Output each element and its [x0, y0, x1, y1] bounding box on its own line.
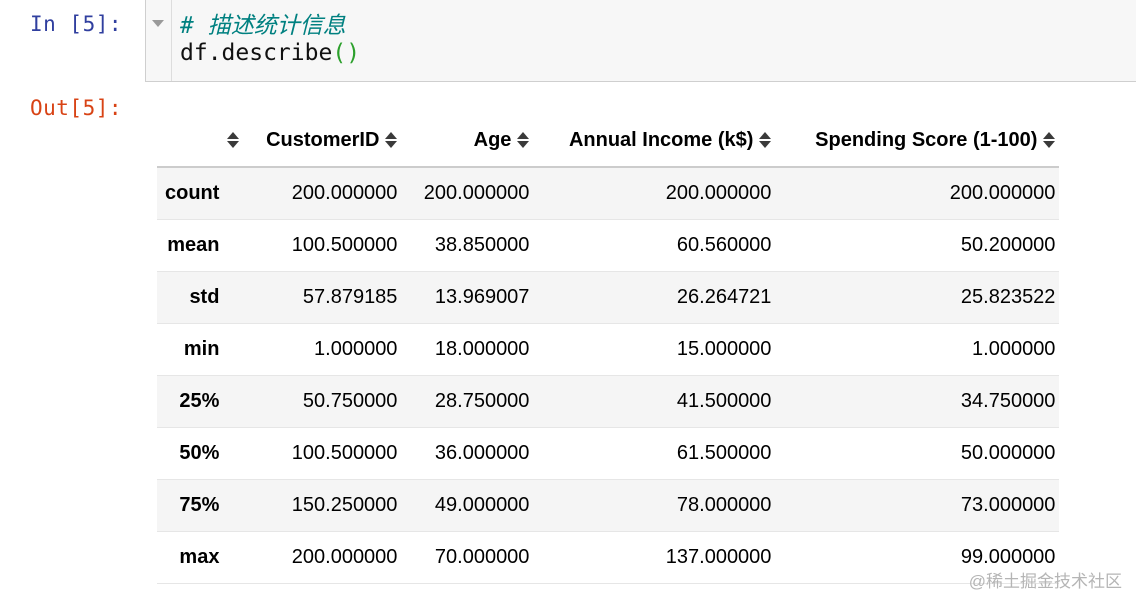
table-cell: 18.000000: [434, 338, 530, 360]
code-statement: df.describe(): [180, 40, 360, 66]
describe-table: CustomerID Age Annual Income (k$) Spendi…: [157, 114, 1060, 584]
column-header-customerid[interactable]: CustomerID: [243, 114, 402, 168]
sort-updown-icon[interactable]: [517, 132, 530, 149]
table-cell: 38.850000: [434, 234, 530, 256]
table-cell: 200.000000: [291, 546, 398, 568]
row-label: count: [165, 182, 220, 204]
column-header-annual-income[interactable]: Annual Income (k$): [533, 114, 776, 168]
table-cell: 100.500000: [291, 442, 398, 464]
table-cell: 200.000000: [291, 182, 398, 204]
table-cell: 150.250000: [291, 494, 398, 516]
sort-updown-icon[interactable]: [1043, 132, 1056, 149]
table-row: 25% 50.750000 28.750000 41.500000 34.750…: [157, 375, 1060, 428]
code-cell-input[interactable]: # 描述统计信息 df.describe(): [145, 0, 1136, 82]
row-label: 25%: [179, 390, 220, 412]
table-cell: 13.969007: [434, 286, 530, 308]
code-paren-open: (: [332, 40, 347, 66]
table-cell: 137.000000: [665, 546, 772, 568]
table-cell: 15.000000: [676, 338, 772, 360]
table-row: std 57.879185 13.969007 26.264721 25.823…: [157, 271, 1060, 324]
table-header-row: CustomerID Age Annual Income (k$) Spendi…: [157, 114, 1060, 168]
table-cell: 200.000000: [665, 182, 772, 204]
code-paren-close: ): [346, 40, 361, 66]
table-cell: 50.750000: [302, 390, 398, 412]
row-label: 50%: [179, 442, 220, 464]
code-comment: # 描述统计信息: [180, 13, 346, 39]
column-header-spending-score[interactable]: Spending Score (1-100): [775, 114, 1060, 168]
row-label: 75%: [179, 494, 220, 516]
table-cell: 1.000000: [972, 338, 1056, 360]
table-cell: 100.500000: [291, 234, 398, 256]
table-cell: 28.750000: [434, 390, 530, 412]
table-cell: 49.000000: [434, 494, 530, 516]
fold-arrow-icon[interactable]: [152, 20, 164, 27]
table-row: 75% 150.250000 49.000000 78.000000 73.00…: [157, 479, 1060, 532]
table-cell: 1.000000: [314, 338, 398, 360]
table-cell: 36.000000: [434, 442, 530, 464]
table-cell: 78.000000: [676, 494, 772, 516]
row-label: min: [183, 338, 220, 360]
code-call: df.describe: [180, 40, 333, 66]
table-cell: 200.000000: [949, 182, 1056, 204]
table-cell: 57.879185: [302, 286, 398, 308]
table-cell: 70.000000: [434, 546, 530, 568]
table-row: 50% 100.500000 36.000000 61.500000 50.00…: [157, 428, 1060, 480]
table-cell: 25.823522: [960, 286, 1056, 308]
table-cell: 200.000000: [423, 182, 530, 204]
table-cell: 60.560000: [676, 234, 772, 256]
watermark: @稀土掘金技术社区: [968, 572, 1122, 591]
table-cell: 61.500000: [676, 442, 772, 464]
table-row: min 1.000000 18.000000 15.000000 1.00000…: [157, 324, 1060, 376]
sort-updown-icon[interactable]: [759, 132, 772, 149]
column-header-age[interactable]: Age: [401, 114, 534, 168]
column-header-index[interactable]: [157, 114, 244, 168]
table-row: mean 100.500000 38.850000 60.560000 50.2…: [157, 220, 1060, 272]
input-prompt: In [5]:: [30, 12, 123, 36]
table-cell: 50.000000: [960, 442, 1056, 464]
gutter-divider: [171, 0, 172, 81]
table-row: count 200.000000 200.000000 200.000000 2…: [157, 167, 1060, 220]
output-prompt: Out[5]:: [30, 96, 123, 120]
table-row: max 200.000000 70.000000 137.000000 99.0…: [157, 532, 1060, 584]
table-cell: 50.200000: [960, 234, 1056, 256]
table-cell: 34.750000: [960, 390, 1056, 412]
row-label: mean: [167, 234, 220, 256]
table-cell: 73.000000: [960, 494, 1056, 516]
sort-updown-icon[interactable]: [227, 132, 240, 149]
table-cell: 26.264721: [676, 286, 772, 308]
row-label: max: [179, 546, 220, 568]
table-cell: 41.500000: [676, 390, 772, 412]
sort-updown-icon[interactable]: [385, 132, 398, 149]
row-label: std: [189, 286, 220, 308]
